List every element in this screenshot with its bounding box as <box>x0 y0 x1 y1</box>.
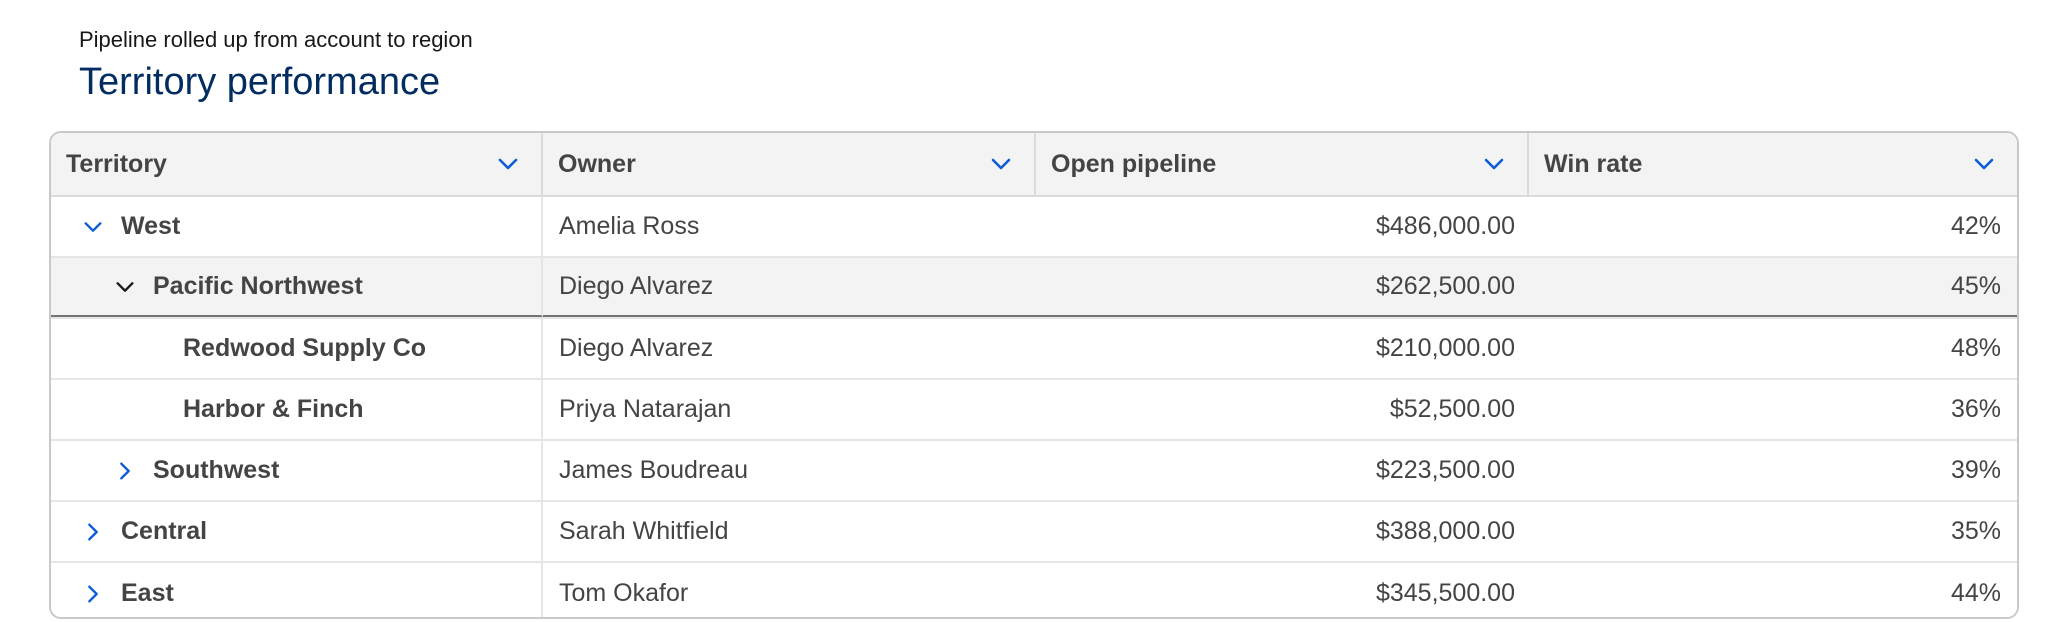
chevron-down-icon[interactable] <box>986 149 1016 179</box>
chevron-down-icon[interactable] <box>111 273 139 301</box>
chevron-right-icon[interactable] <box>111 457 139 485</box>
open-pipeline-cell: $210,000.00 <box>1375 334 1515 362</box>
open-pipeline-cell: $345,500.00 <box>1375 579 1515 607</box>
tree-grid-row-southwest[interactable]: Southwest James Boudreau $223,500.00 39% <box>51 441 2017 502</box>
territory-cell: Southwest <box>51 441 543 500</box>
column-header-label: Open pipeline <box>1051 149 1217 178</box>
page-subtitle: Pipeline rolled up from account to regio… <box>79 27 473 52</box>
territory-label: Southwest <box>153 456 280 484</box>
column-header-territory[interactable]: Territory <box>51 133 543 195</box>
territory-cell: Harbor & Finch <box>51 380 543 439</box>
owner-cell: Diego Alvarez <box>559 334 714 362</box>
open-pipeline-cell: $388,000.00 <box>1375 517 1515 545</box>
territory-label: Harbor & Finch <box>183 395 364 423</box>
open-pipeline-cell: $262,500.00 <box>1036 258 1529 317</box>
win-rate-cell: 39% <box>1950 456 2001 484</box>
owner-cell: James Boudreau <box>559 456 749 484</box>
territory-cell: Pacific Northwest <box>51 258 543 317</box>
territory-label: Redwood Supply Co <box>183 334 427 362</box>
chevron-down-icon[interactable] <box>493 149 523 179</box>
win-rate-cell: 36% <box>1950 395 2001 423</box>
tree-grid-header-row: Territory Owner Open pipeline Win rate <box>51 133 2017 197</box>
tree-grid-row-west[interactable]: West Amelia Ross $486,000.00 42% <box>51 197 2017 258</box>
territory-label: East <box>121 579 174 607</box>
tree-grid-row-central[interactable]: Central Sarah Whitfield $388,000.00 35% <box>51 502 2017 563</box>
tree-grid-row-harbor-finch[interactable]: Harbor & Finch Priya Natarajan $52,500.0… <box>51 380 2017 441</box>
tree-grid-row-redwood-supply-co[interactable]: Redwood Supply Co Diego Alvarez $210,000… <box>51 319 2017 380</box>
tree-grid-row-east[interactable]: East Tom Okafor $345,500.00 44% <box>51 563 2017 617</box>
page-header: Pipeline rolled up from account to regio… <box>79 26 473 104</box>
win-rate-cell: 45% <box>1529 258 2017 317</box>
page-title: Territory performance <box>79 61 441 103</box>
chevron-right-icon[interactable] <box>79 580 107 608</box>
territory-label: West <box>121 212 181 240</box>
column-header-open-pipeline[interactable]: Open pipeline <box>1036 133 1529 195</box>
column-header-win-rate[interactable]: Win rate <box>1529 133 2017 195</box>
owner-cell: Amelia Ross <box>559 212 700 240</box>
column-header-owner[interactable]: Owner <box>543 133 1036 195</box>
owner-cell: Diego Alvarez <box>543 258 1036 317</box>
column-header-label: Win rate <box>1544 149 1643 178</box>
open-pipeline-cell: $52,500.00 <box>1389 395 1515 423</box>
tree-grid: Territory Owner Open pipeline Win rate W… <box>49 131 2019 619</box>
tree-grid-row-pacific-northwest[interactable]: Pacific Northwest Diego Alvarez $262,500… <box>51 258 2017 319</box>
column-header-label: Owner <box>558 149 636 178</box>
territory-label: Central <box>121 517 208 545</box>
column-header-label: Territory <box>66 149 167 178</box>
win-rate-cell: 42% <box>1950 212 2001 240</box>
owner-cell: Sarah Whitfield <box>559 517 729 545</box>
chevron-down-icon[interactable] <box>1969 149 1999 179</box>
chevron-down-icon[interactable] <box>79 213 107 241</box>
win-rate-cell: 35% <box>1950 517 2001 545</box>
win-rate-cell: 48% <box>1950 334 2001 362</box>
chevron-right-icon[interactable] <box>79 518 107 546</box>
territory-cell: Redwood Supply Co <box>51 319 543 378</box>
owner-cell: Tom Okafor <box>559 579 689 607</box>
territory-cell: West <box>51 197 543 256</box>
territory-label: Pacific Northwest <box>153 272 363 300</box>
chevron-down-icon[interactable] <box>1479 149 1509 179</box>
territory-cell: East <box>51 563 543 617</box>
territory-cell: Central <box>51 502 543 561</box>
open-pipeline-cell: $223,500.00 <box>1375 456 1515 484</box>
owner-cell: Priya Natarajan <box>559 395 732 423</box>
open-pipeline-cell: $486,000.00 <box>1375 212 1515 240</box>
win-rate-cell: 44% <box>1950 579 2001 607</box>
